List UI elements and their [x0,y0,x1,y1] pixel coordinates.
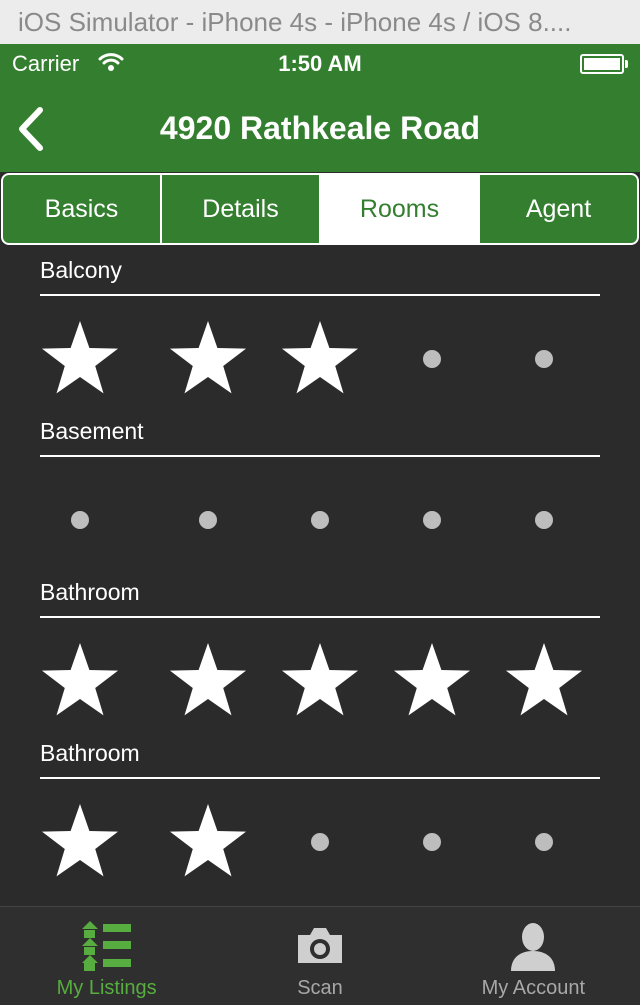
rating-dot-icon[interactable] [264,802,376,882]
battery-tip [625,60,628,68]
tabbar-label: My Listings [56,977,157,999]
star-filled-icon[interactable] [152,641,264,721]
room-section: Bathroom [0,567,640,728]
page-title: 4920 Rathkeale Road [159,110,481,146]
room-section: Bathroom [0,728,640,889]
rooms-list: Balcony Basement Bathroom Bathroom [0,245,640,907]
tab-agent[interactable]: Agent [480,175,637,243]
empty-dot [199,511,217,529]
tab-bar: My Listings Scan My Account [0,906,640,1005]
room-label: Bathroom [40,740,140,766]
rating-dot-icon[interactable] [488,802,600,882]
empty-dot [423,350,441,368]
rating-dot-icon[interactable] [376,480,488,560]
rating-dot-icon[interactable] [376,319,488,399]
star-rating[interactable] [40,480,600,560]
star-filled-icon[interactable] [488,641,600,721]
star-filled-icon[interactable] [152,319,264,399]
status-time: 1:50 AM [278,51,362,76]
star-rating[interactable] [40,641,600,721]
empty-dot [311,833,329,851]
tab-rooms[interactable]: Rooms [321,175,480,243]
star-filled-icon[interactable] [40,802,152,882]
tabbar-scan[interactable]: Scan [213,907,426,1005]
rating-dot-icon[interactable] [376,802,488,882]
star-rating[interactable] [40,319,600,399]
room-section: Basement [0,406,640,567]
tabbar-label: Scan [297,977,343,999]
list-icon [81,921,131,971]
room-section: Balcony [0,245,640,406]
divider [40,777,600,779]
divider [40,455,600,457]
star-filled-icon[interactable] [152,802,264,882]
star-rating[interactable] [40,802,600,882]
camera-icon [297,928,342,963]
empty-dot [535,511,553,529]
header: Carrier 1:50 AM 4920 Rathkeale Road [0,44,640,172]
divider [40,294,600,296]
tabbar-my-listings[interactable]: My Listings [0,907,213,1005]
tab-basics[interactable]: Basics [3,175,162,243]
room-label: Basement [40,418,144,444]
empty-dot [71,511,89,529]
segmented-tabs: Basics Details Rooms Agent [1,173,639,245]
empty-dot [423,511,441,529]
tabbar-label: My Account [481,977,586,999]
empty-dot [423,833,441,851]
empty-dot [311,511,329,529]
star-filled-icon[interactable] [376,641,488,721]
rating-dot-icon[interactable] [152,480,264,560]
rating-dot-icon[interactable] [488,319,600,399]
star-filled-icon[interactable] [264,641,376,721]
tab-details[interactable]: Details [162,175,321,243]
status-bar: Carrier 1:50 AM [0,44,640,84]
room-label: Bathroom [40,579,140,605]
simulator-title: iOS Simulator - iPhone 4s - iPhone 4s / … [0,0,640,44]
person-icon [511,923,556,971]
divider [40,616,600,618]
rating-dot-icon[interactable] [488,480,600,560]
rating-dot-icon[interactable] [40,480,152,560]
star-filled-icon[interactable] [40,319,152,399]
empty-dot [535,833,553,851]
battery-icon [580,54,624,74]
star-filled-icon[interactable] [40,641,152,721]
tabbar-my-account[interactable]: My Account [427,907,640,1005]
star-filled-icon[interactable] [264,319,376,399]
rating-dot-icon[interactable] [264,480,376,560]
empty-dot [535,350,553,368]
room-label: Balcony [40,257,122,283]
